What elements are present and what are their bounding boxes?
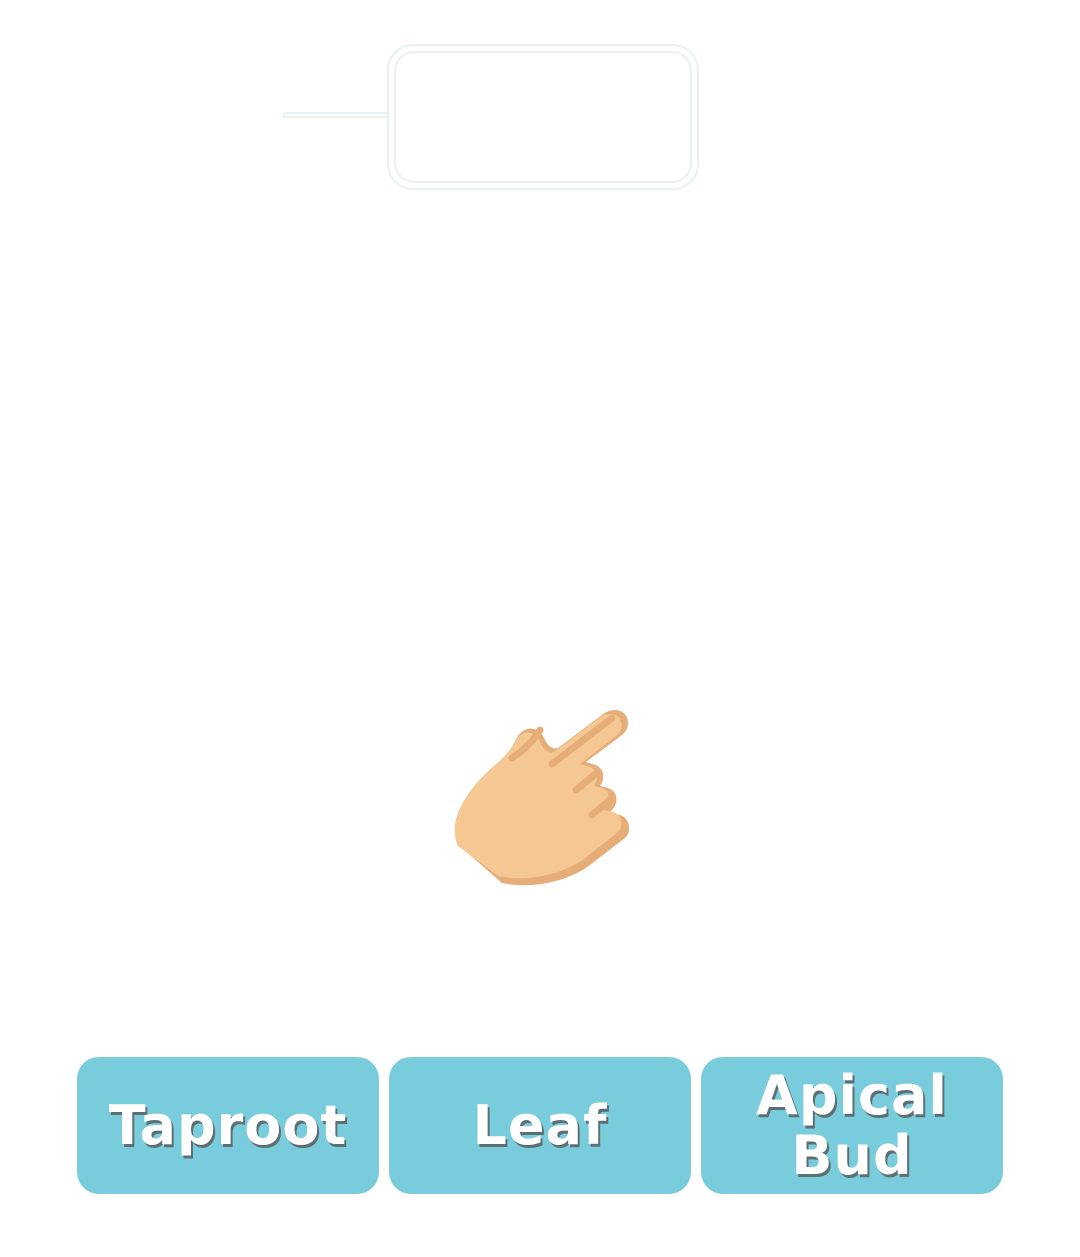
answer-drop-zone[interactable] [387,44,699,190]
option-label: Leaf [472,1093,608,1157]
option-label: Apical Bud [756,1063,948,1187]
option-button-leaf[interactable]: Leaf [389,1057,691,1194]
answer-options: Taproot Leaf Apical Bud [77,1057,1003,1194]
option-label: Taproot [108,1093,348,1157]
option-button-apical-bud[interactable]: Apical Bud [701,1057,1003,1194]
pointing-hand-icon [454,710,630,886]
option-button-taproot[interactable]: Taproot [77,1057,379,1194]
drop-zone-connector-line [283,112,390,118]
answer-drop-zone-inner [394,51,692,183]
